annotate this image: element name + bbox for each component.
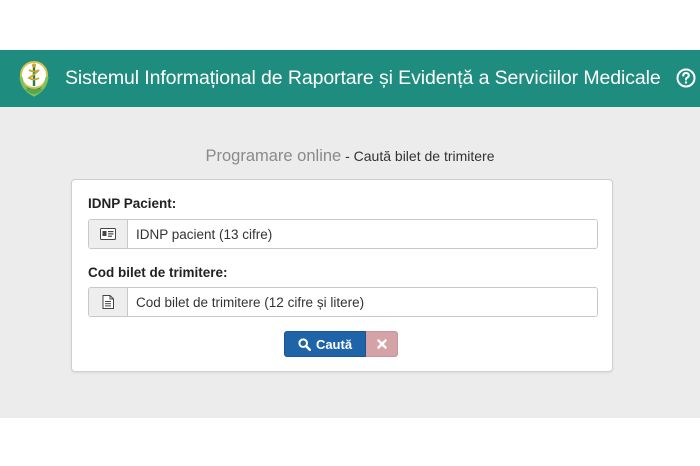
clear-button[interactable]	[366, 331, 398, 357]
idnp-label: IDNP Pacient:	[88, 196, 177, 211]
search-icon	[298, 337, 311, 351]
idnp-input-group	[88, 219, 598, 249]
search-form-panel: IDNP Pacient: Cod bilet de trimitere:	[71, 179, 613, 372]
document-icon	[89, 288, 128, 316]
main-content: Programare online - Caută bilet de trimi…	[0, 107, 700, 418]
referral-code-input[interactable]	[128, 288, 597, 316]
referral-code-label: Cod bilet de trimitere:	[88, 265, 228, 280]
search-button[interactable]: Caută	[284, 331, 366, 357]
app-title: Sistemul Informațional de Raportare și E…	[65, 67, 661, 89]
page-heading: Programare online - Caută bilet de trimi…	[0, 147, 700, 166]
search-button-label: Caută	[315, 336, 353, 352]
question-circle-icon[interactable]	[676, 68, 696, 88]
id-card-icon	[89, 220, 128, 248]
idnp-input[interactable]	[128, 220, 597, 248]
form-actions: Caută	[284, 331, 398, 357]
medical-logo-icon	[19, 61, 49, 97]
app-header: Sistemul Informațional de Raportare și E…	[0, 50, 700, 107]
referral-code-input-group	[88, 287, 598, 317]
page-subtitle: - Caută bilet de trimitere	[341, 148, 495, 164]
page-title: Programare online	[205, 147, 342, 165]
close-icon	[376, 339, 387, 349]
